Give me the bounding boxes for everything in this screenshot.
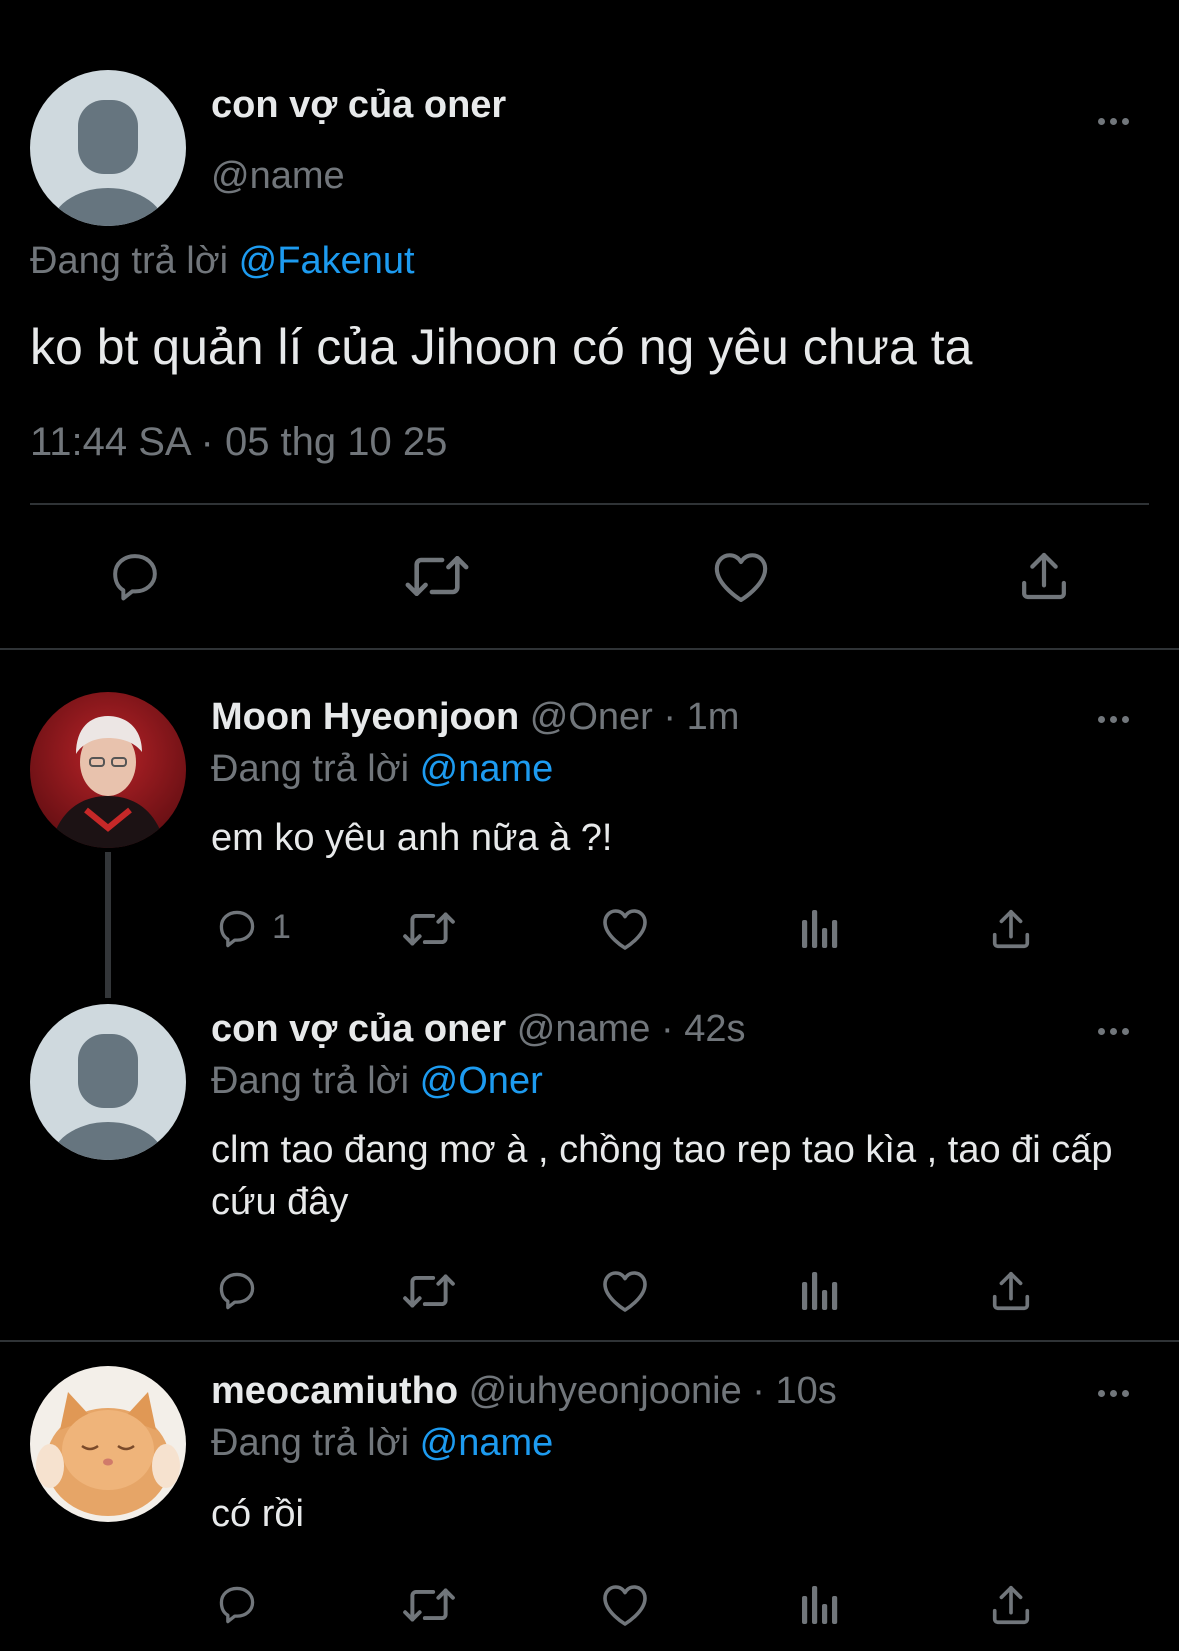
share-icon[interactable] <box>988 1268 1034 1314</box>
tweet-timestamp[interactable]: 11:44 SA · 05 thg 10 25 <box>30 420 447 465</box>
more-icon[interactable] <box>1098 716 1129 723</box>
replying-to: Đang trả lời @name <box>211 748 553 791</box>
share-icon[interactable] <box>988 906 1034 952</box>
reply-prefix: Đang trả lời <box>211 1422 410 1464</box>
reply-time[interactable]: · 10s <box>752 1370 836 1412</box>
avatar-cat-photo[interactable] <box>30 1366 186 1522</box>
retweet-icon[interactable] <box>404 550 470 602</box>
reply-to-link[interactable]: @Fakenut <box>239 240 415 282</box>
display-name[interactable]: Moon Hyeonjoon <box>211 696 519 738</box>
views-icon[interactable] <box>800 908 840 950</box>
reply-time[interactable]: · 42s <box>661 1008 745 1050</box>
thread-line <box>105 852 111 998</box>
tweet-text: ko bt quản lí của Jihoon có ng yêu chưa … <box>30 319 973 375</box>
handle[interactable]: @iuhyeonjoonie <box>469 1370 742 1412</box>
retweet-icon[interactable] <box>402 1584 456 1626</box>
share-icon[interactable] <box>988 1582 1034 1628</box>
reply-text: có rồi <box>211 1493 304 1535</box>
more-icon[interactable] <box>1098 1028 1129 1035</box>
views-icon[interactable] <box>800 1270 840 1312</box>
reply-icon[interactable] <box>214 906 260 950</box>
handle[interactable]: @name <box>517 1008 651 1050</box>
reply-text: clm tao đang mơ à , chồng tao rep tao kì… <box>211 1129 1113 1223</box>
like-icon[interactable] <box>601 907 649 951</box>
replying-to: Đang trả lời @Oner <box>211 1060 543 1103</box>
reply-prefix: Đang trả lời <box>211 1060 410 1102</box>
reply-prefix: Đang trả lời <box>211 748 410 790</box>
display-name[interactable]: meocamiutho <box>211 1370 458 1412</box>
reply-header: Moon Hyeonjoon @Oner · 1m <box>211 696 739 739</box>
display-name[interactable]: con vợ của oner <box>211 1008 506 1050</box>
reply-to-link[interactable]: @name <box>420 748 554 790</box>
reply-header: con vợ của oner @name · 42s <box>211 1008 745 1051</box>
more-icon[interactable] <box>1098 1390 1129 1397</box>
more-icon[interactable] <box>1098 118 1129 125</box>
reply-text: em ko yêu anh nữa à ?! <box>211 817 613 859</box>
like-icon[interactable] <box>601 1269 649 1313</box>
reply-time[interactable]: · 1m <box>663 696 739 738</box>
handle[interactable]: @Oner <box>530 696 653 738</box>
divider <box>30 503 1149 505</box>
divider <box>0 1340 1179 1342</box>
replying-to: Đang trả lời @Fakenut <box>30 240 415 283</box>
reply-to-link[interactable]: @name <box>420 1422 554 1464</box>
reply-icon[interactable] <box>214 1582 260 1626</box>
reply-icon[interactable] <box>106 548 164 604</box>
reply-prefix: Đang trả lời <box>30 240 229 282</box>
avatar-default[interactable] <box>30 1004 186 1160</box>
handle[interactable]: @name <box>211 155 345 198</box>
retweet-icon[interactable] <box>402 1270 456 1312</box>
reply-to-link[interactable]: @Oner <box>420 1060 543 1102</box>
avatar-default[interactable] <box>30 70 186 226</box>
replying-to: Đang trả lời @name <box>211 1422 553 1465</box>
like-icon[interactable] <box>712 550 770 604</box>
reply-icon[interactable] <box>214 1268 260 1312</box>
avatar-photo[interactable] <box>30 692 186 848</box>
retweet-icon[interactable] <box>402 908 456 950</box>
views-icon[interactable] <box>800 1584 840 1626</box>
reply-header: meocamiutho @iuhyeonjoonie · 10s <box>211 1370 837 1413</box>
like-icon[interactable] <box>601 1583 649 1627</box>
display-name[interactable]: con vợ của oner <box>211 84 506 127</box>
reply-count: 1 <box>272 908 291 946</box>
share-icon[interactable] <box>1016 548 1072 604</box>
divider <box>0 648 1179 650</box>
